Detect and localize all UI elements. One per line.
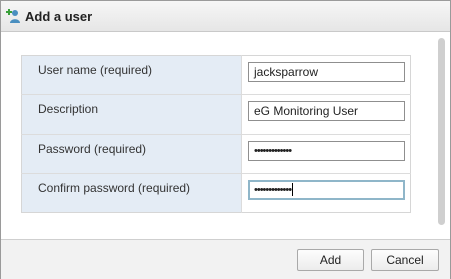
- dialog-titlebar: Add a user: [1, 1, 450, 32]
- form-row-description: Description eG Monitoring User: [21, 94, 411, 134]
- confirm-password-input[interactable]: •••••••••••••: [248, 179, 405, 200]
- cancel-button[interactable]: Cancel: [371, 249, 439, 271]
- description-input[interactable]: eG Monitoring User: [248, 101, 405, 122]
- username-label: User name (required): [21, 55, 242, 95]
- password-input[interactable]: •••••••••••••: [248, 140, 405, 161]
- form-row-confirm-password: Confirm password (required) ••••••••••••…: [21, 172, 411, 213]
- confirm-password-value: •••••••••••••: [254, 183, 292, 196]
- add-user-icon: [5, 8, 21, 24]
- username-input[interactable]: jacksparrow: [248, 62, 405, 82]
- add-user-dialog: Add a user User name (required) jackspar…: [0, 0, 451, 279]
- description-label: Description: [21, 94, 242, 134]
- dialog-footer: Add Cancel: [1, 239, 450, 279]
- confirm-password-label: Confirm password (required): [21, 172, 242, 213]
- add-button[interactable]: Add: [297, 249, 364, 271]
- form-row-password: Password (required) •••••••••••••: [21, 133, 411, 174]
- dialog-title: Add a user: [25, 9, 93, 24]
- text-caret: [292, 183, 294, 197]
- password-label: Password (required): [21, 133, 242, 174]
- vertical-scrollbar[interactable]: [438, 38, 445, 225]
- form-row-username: User name (required) jacksparrow: [21, 55, 411, 95]
- user-form: User name (required) jacksparrow Descrip…: [21, 55, 411, 213]
